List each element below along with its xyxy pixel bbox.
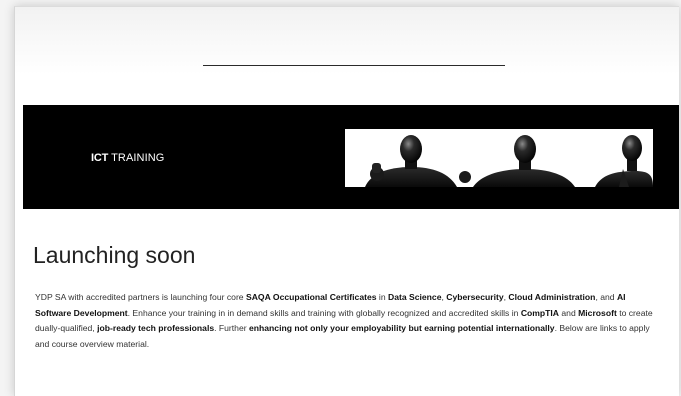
paragraph-text: , and <box>595 292 617 302</box>
paragraph-text: and <box>559 307 579 318</box>
paragraph-highlight: Data Science <box>387 292 442 302</box>
paragraph-highlight: SAQA Occupational Certificates <box>245 292 377 302</box>
robot-figure-left <box>365 135 457 187</box>
robot-figure-middle <box>459 135 575 187</box>
banner-title: ICT TRAINING <box>91 152 164 164</box>
paragraph-highlight: CompTIA <box>520 307 560 318</box>
header-divider <box>203 65 505 66</box>
page-title: Launching soon <box>33 242 196 268</box>
paragraph-highlight: job-ready tech professionals <box>97 323 215 334</box>
page-frame: ICT TRAINING Launching soon YDP SA with … <box>14 6 679 396</box>
paragraph-text: YDP SA with accredited partners is launc… <box>35 292 246 302</box>
paragraph-text: in <box>376 292 388 302</box>
paragraph-text: . Further <box>214 323 249 334</box>
paragraph-text: . Enhance your training in in demand ski… <box>127 307 521 318</box>
robot-figures-illustration <box>365 135 653 187</box>
robot-figures-image <box>345 129 653 187</box>
intro-paragraph: YDP SA with accredited partners is launc… <box>35 290 663 352</box>
banner-title-rest: TRAINING <box>108 152 165 164</box>
ict-training-banner: ICT TRAINING <box>23 105 679 209</box>
banner-title-bold: ICT <box>91 152 109 164</box>
paragraph-highlight: Cybersecurity <box>446 292 504 302</box>
paragraph-highlight: Microsoft <box>578 307 617 318</box>
paragraph-highlight: enhancing not only your employability bu… <box>249 323 555 334</box>
paragraph-highlight: Cloud Administration <box>508 292 596 302</box>
robot-figure-right <box>595 135 653 187</box>
page-header <box>15 7 679 103</box>
